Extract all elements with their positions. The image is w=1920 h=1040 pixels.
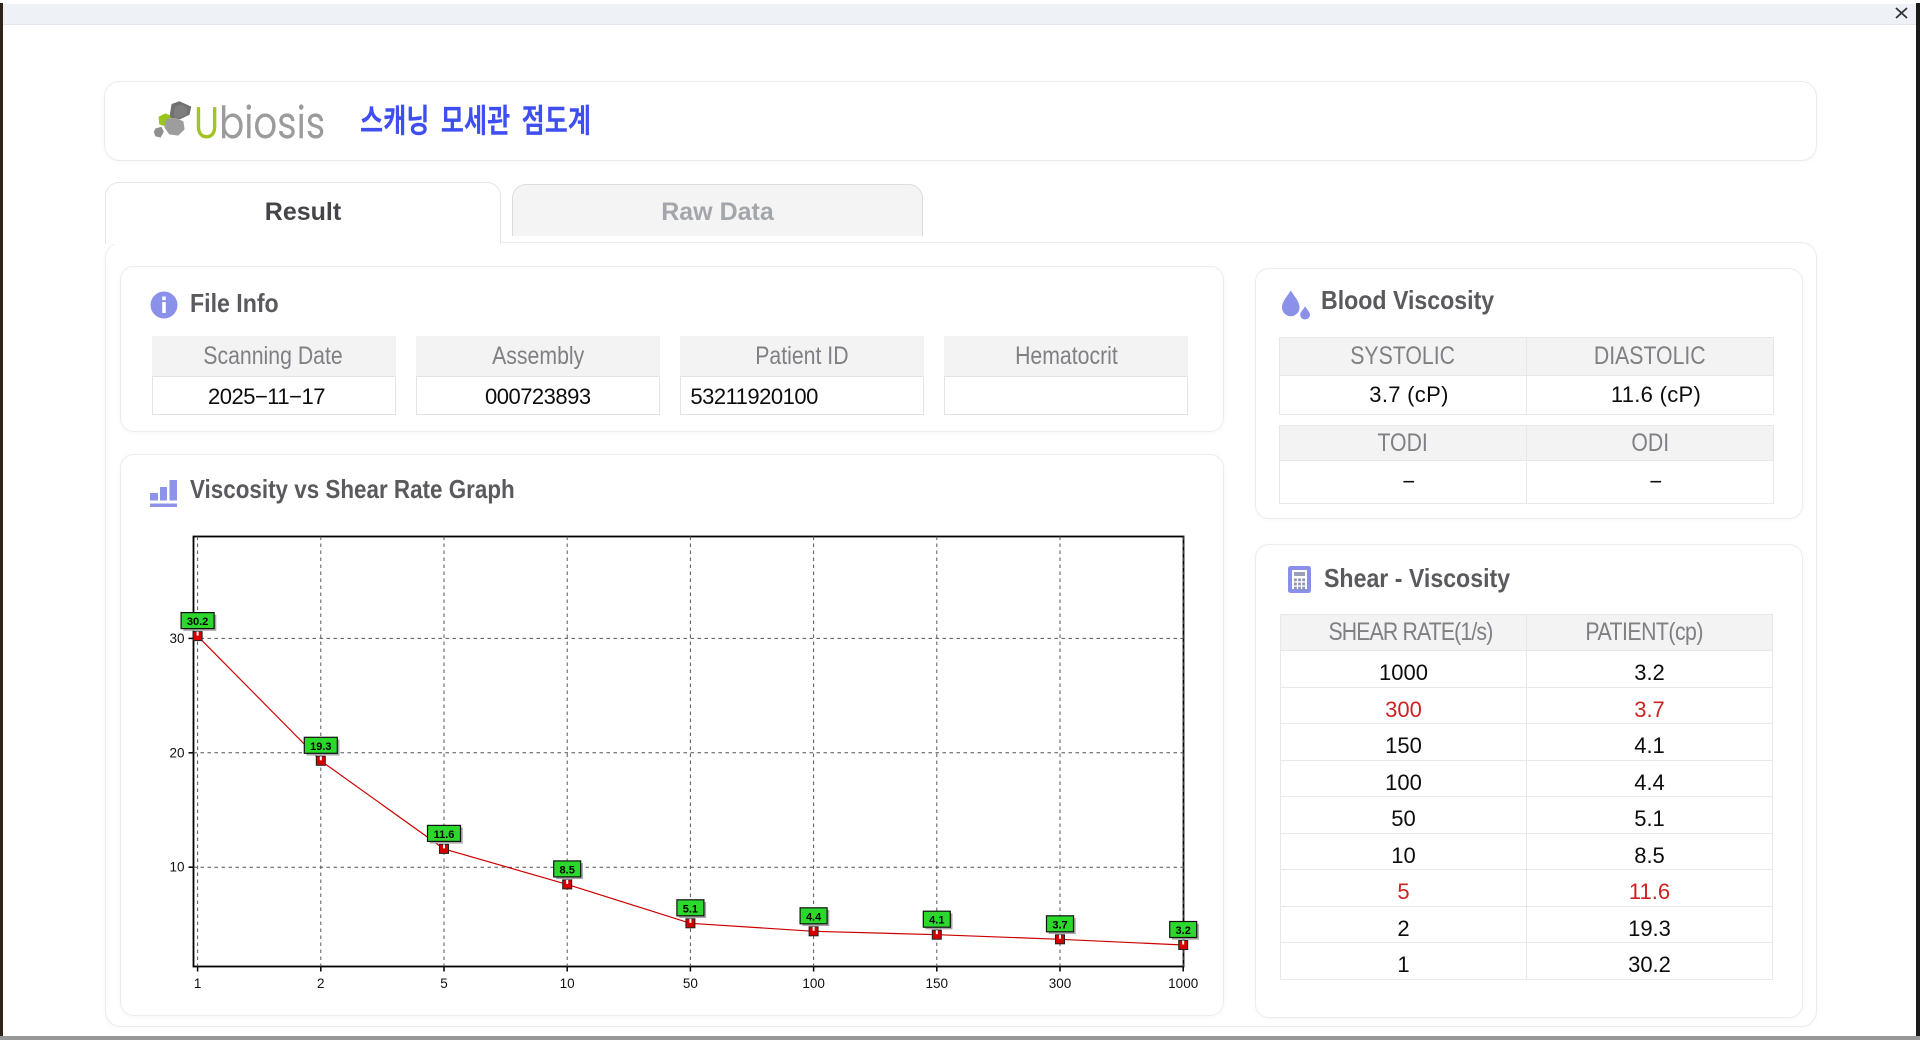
svg-text:3.2: 3.2 bbox=[1176, 925, 1191, 937]
svg-text:100: 100 bbox=[802, 976, 825, 991]
svg-text:10: 10 bbox=[169, 860, 184, 875]
svg-text:2: 2 bbox=[317, 976, 325, 991]
svg-text:10: 10 bbox=[560, 976, 575, 991]
svg-text:19.3: 19.3 bbox=[310, 741, 331, 753]
svg-text:5: 5 bbox=[440, 976, 448, 991]
svg-text:300: 300 bbox=[1049, 976, 1072, 991]
svg-text:4.4: 4.4 bbox=[806, 911, 822, 923]
svg-text:3.7: 3.7 bbox=[1052, 919, 1067, 931]
svg-text:30.2: 30.2 bbox=[187, 616, 208, 628]
svg-text:8.5: 8.5 bbox=[560, 864, 575, 876]
svg-text:1000: 1000 bbox=[1168, 976, 1198, 991]
svg-text:50: 50 bbox=[683, 976, 698, 991]
svg-text:150: 150 bbox=[926, 976, 949, 991]
svg-text:30: 30 bbox=[169, 631, 184, 646]
svg-text:5.1: 5.1 bbox=[683, 903, 698, 915]
svg-text:4.1: 4.1 bbox=[929, 915, 944, 927]
svg-text:1: 1 bbox=[194, 976, 202, 991]
svg-text:20: 20 bbox=[169, 745, 184, 760]
svg-text:11.6: 11.6 bbox=[434, 829, 455, 841]
